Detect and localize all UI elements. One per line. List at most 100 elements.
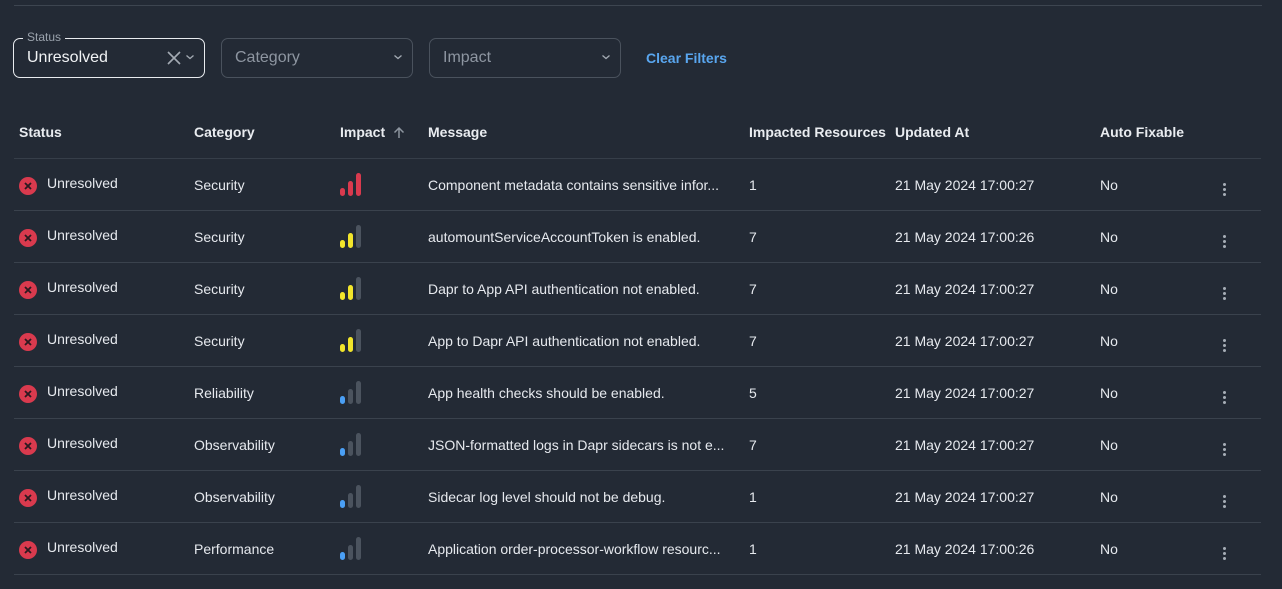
chevron-down-icon: [602, 55, 610, 60]
impacted-resources-cell: 1: [744, 470, 890, 523]
clear-filters-button[interactable]: Clear Filters: [646, 50, 727, 66]
impact-signal-icon-high: [340, 172, 361, 196]
impact-bar: [340, 240, 345, 248]
status-cell: Unresolved: [14, 158, 189, 211]
column-header-impacted-resources[interactable]: Impacted Resources: [744, 106, 890, 159]
impact-bar: [348, 441, 353, 456]
category-cell: Performance: [189, 522, 335, 575]
impact-bar: [340, 188, 345, 196]
impact-signal-icon-medium: [340, 224, 361, 248]
impact-bar: [356, 173, 361, 196]
column-header-updated-at[interactable]: Updated At: [890, 106, 1095, 159]
status-cell: Unresolved: [14, 262, 189, 315]
impact-bar: [348, 337, 353, 352]
impact-filter-placeholder: Impact: [443, 49, 492, 66]
impact-bar: [356, 329, 361, 352]
updated-at-cell: 21 May 2024 17:00:27: [890, 418, 1095, 471]
error-circle-icon: [19, 176, 37, 195]
table-row[interactable]: Unresolved Security Dapr to App API authen…: [14, 262, 1261, 315]
actions-cell: [1212, 522, 1261, 575]
status-cell: Unresolved: [14, 522, 189, 575]
status-cell: Unresolved: [14, 366, 189, 419]
status-cell: Unresolved: [14, 418, 189, 471]
impact-signal-icon-medium: [340, 328, 361, 352]
status-cell: Unresolved: [14, 210, 189, 263]
auto-fixable-cell: No: [1095, 366, 1212, 419]
clear-selection-icon[interactable]: [167, 51, 181, 65]
impacted-resources-cell: 1: [744, 158, 890, 211]
updated-at-cell: 21 May 2024 17:00:26: [890, 210, 1095, 263]
updated-at-cell: 21 May 2024 17:00:27: [890, 262, 1095, 315]
more-vertical-icon[interactable]: [1223, 235, 1226, 248]
table-row[interactable]: Unresolved Security Component metadata con…: [14, 158, 1261, 211]
status-text: Unresolved: [47, 330, 118, 347]
more-vertical-icon[interactable]: [1223, 391, 1226, 404]
more-vertical-icon[interactable]: [1223, 339, 1226, 352]
impact-cell: [335, 314, 423, 367]
chevron-down-icon: [186, 55, 194, 60]
top-divider: [14, 5, 1262, 6]
more-vertical-icon[interactable]: [1223, 183, 1226, 196]
more-vertical-icon[interactable]: [1223, 495, 1226, 508]
impact-filter-select[interactable]: Impact: [429, 38, 621, 78]
status-text: Unresolved: [47, 226, 118, 243]
message-cell: App health checks should be enabled.: [423, 366, 744, 419]
status-filter-label: Status: [23, 30, 66, 44]
message-cell: App to Dapr API authentication not enabl…: [423, 314, 744, 367]
message-cell: Dapr to App API authentication not enabl…: [423, 262, 744, 315]
impact-cell: [335, 366, 423, 419]
category-cell: Security: [189, 210, 335, 263]
status-text: Unresolved: [47, 382, 118, 399]
auto-fixable-cell: No: [1095, 418, 1212, 471]
error-circle-icon: [19, 436, 37, 455]
impact-cell: [335, 470, 423, 523]
auto-fixable-cell: No: [1095, 210, 1212, 263]
category-cell: Security: [189, 314, 335, 367]
table-row[interactable]: Unresolved Security App to Dapr API authen…: [14, 314, 1261, 367]
status-filter-select[interactable]: Status Unresolved: [13, 30, 205, 78]
table-row[interactable]: Unresolved Security automountServiceAccoun…: [14, 210, 1261, 263]
category-filter-select[interactable]: Category: [221, 38, 413, 78]
more-vertical-icon[interactable]: [1223, 443, 1226, 456]
column-header-message[interactable]: Message: [423, 106, 744, 159]
error-circle-icon: [19, 488, 37, 507]
status-text: Unresolved: [47, 538, 118, 555]
impact-bar: [340, 552, 345, 560]
table-row[interactable]: Unresolved Observability JSON-formatted lo…: [14, 418, 1261, 471]
impact-signal-icon-low: [340, 536, 361, 560]
more-vertical-icon[interactable]: [1223, 287, 1226, 300]
sort-ascending-icon[interactable]: [393, 126, 405, 139]
column-header-category[interactable]: Category: [189, 106, 335, 159]
column-header-auto-fixable[interactable]: Auto Fixable: [1095, 106, 1212, 159]
more-vertical-icon[interactable]: [1223, 547, 1226, 560]
actions-cell: [1212, 314, 1261, 367]
actions-cell: [1212, 262, 1261, 315]
impact-bar: [340, 292, 345, 300]
error-circle-icon: [19, 228, 37, 247]
column-header-status[interactable]: Status: [14, 106, 189, 159]
impacted-resources-cell: 7: [744, 210, 890, 263]
table-row[interactable]: Unresolved Performance Application order-p…: [14, 522, 1261, 575]
category-cell: Security: [189, 262, 335, 315]
impact-signal-icon-low: [340, 484, 361, 508]
actions-cell: [1212, 470, 1261, 523]
impacted-resources-cell: 7: [744, 418, 890, 471]
table-row[interactable]: Unresolved Reliability App health checks s…: [14, 366, 1261, 419]
impact-bar: [348, 389, 353, 404]
message-cell: Application order-processor-workflow res…: [423, 522, 744, 575]
impact-cell: [335, 262, 423, 315]
status-text: Unresolved: [47, 434, 118, 451]
category-cell: Reliability: [189, 366, 335, 419]
status-text: Unresolved: [47, 174, 118, 191]
impact-cell: [335, 522, 423, 575]
table-row[interactable]: Unresolved Observability Sidecar log level…: [14, 470, 1261, 523]
message-cell: JSON-formatted logs in Dapr sidecars is …: [423, 418, 744, 471]
impact-cell: [335, 158, 423, 211]
impact-bar: [356, 433, 361, 456]
status-filter-value: Unresolved: [27, 49, 108, 66]
impact-bar: [340, 344, 345, 352]
column-header-impact[interactable]: Impact: [335, 106, 423, 159]
status-cell: Unresolved: [14, 314, 189, 367]
auto-fixable-cell: No: [1095, 522, 1212, 575]
auto-fixable-cell: No: [1095, 158, 1212, 211]
